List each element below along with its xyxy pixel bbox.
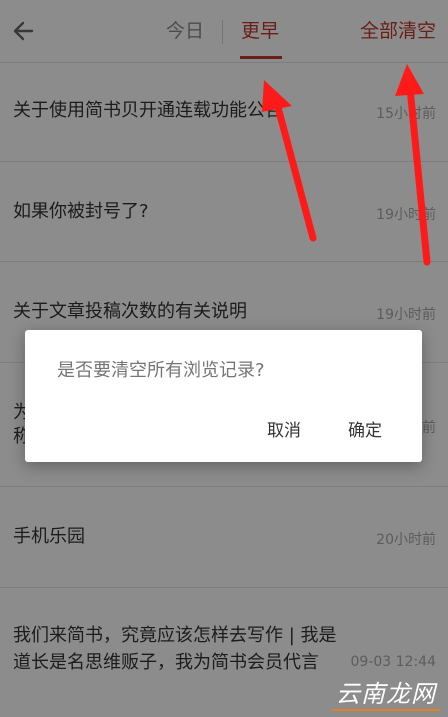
confirm-button[interactable]: 确定: [348, 416, 382, 441]
watermark-logo: 云南龙网: [332, 674, 440, 711]
confirm-dialog: 是否要清空所有浏览记录? 取消 确定: [25, 330, 422, 462]
dialog-message: 是否要清空所有浏览记录?: [57, 360, 265, 381]
cancel-button[interactable]: 取消: [267, 416, 301, 441]
watermark-underline: [332, 709, 440, 711]
